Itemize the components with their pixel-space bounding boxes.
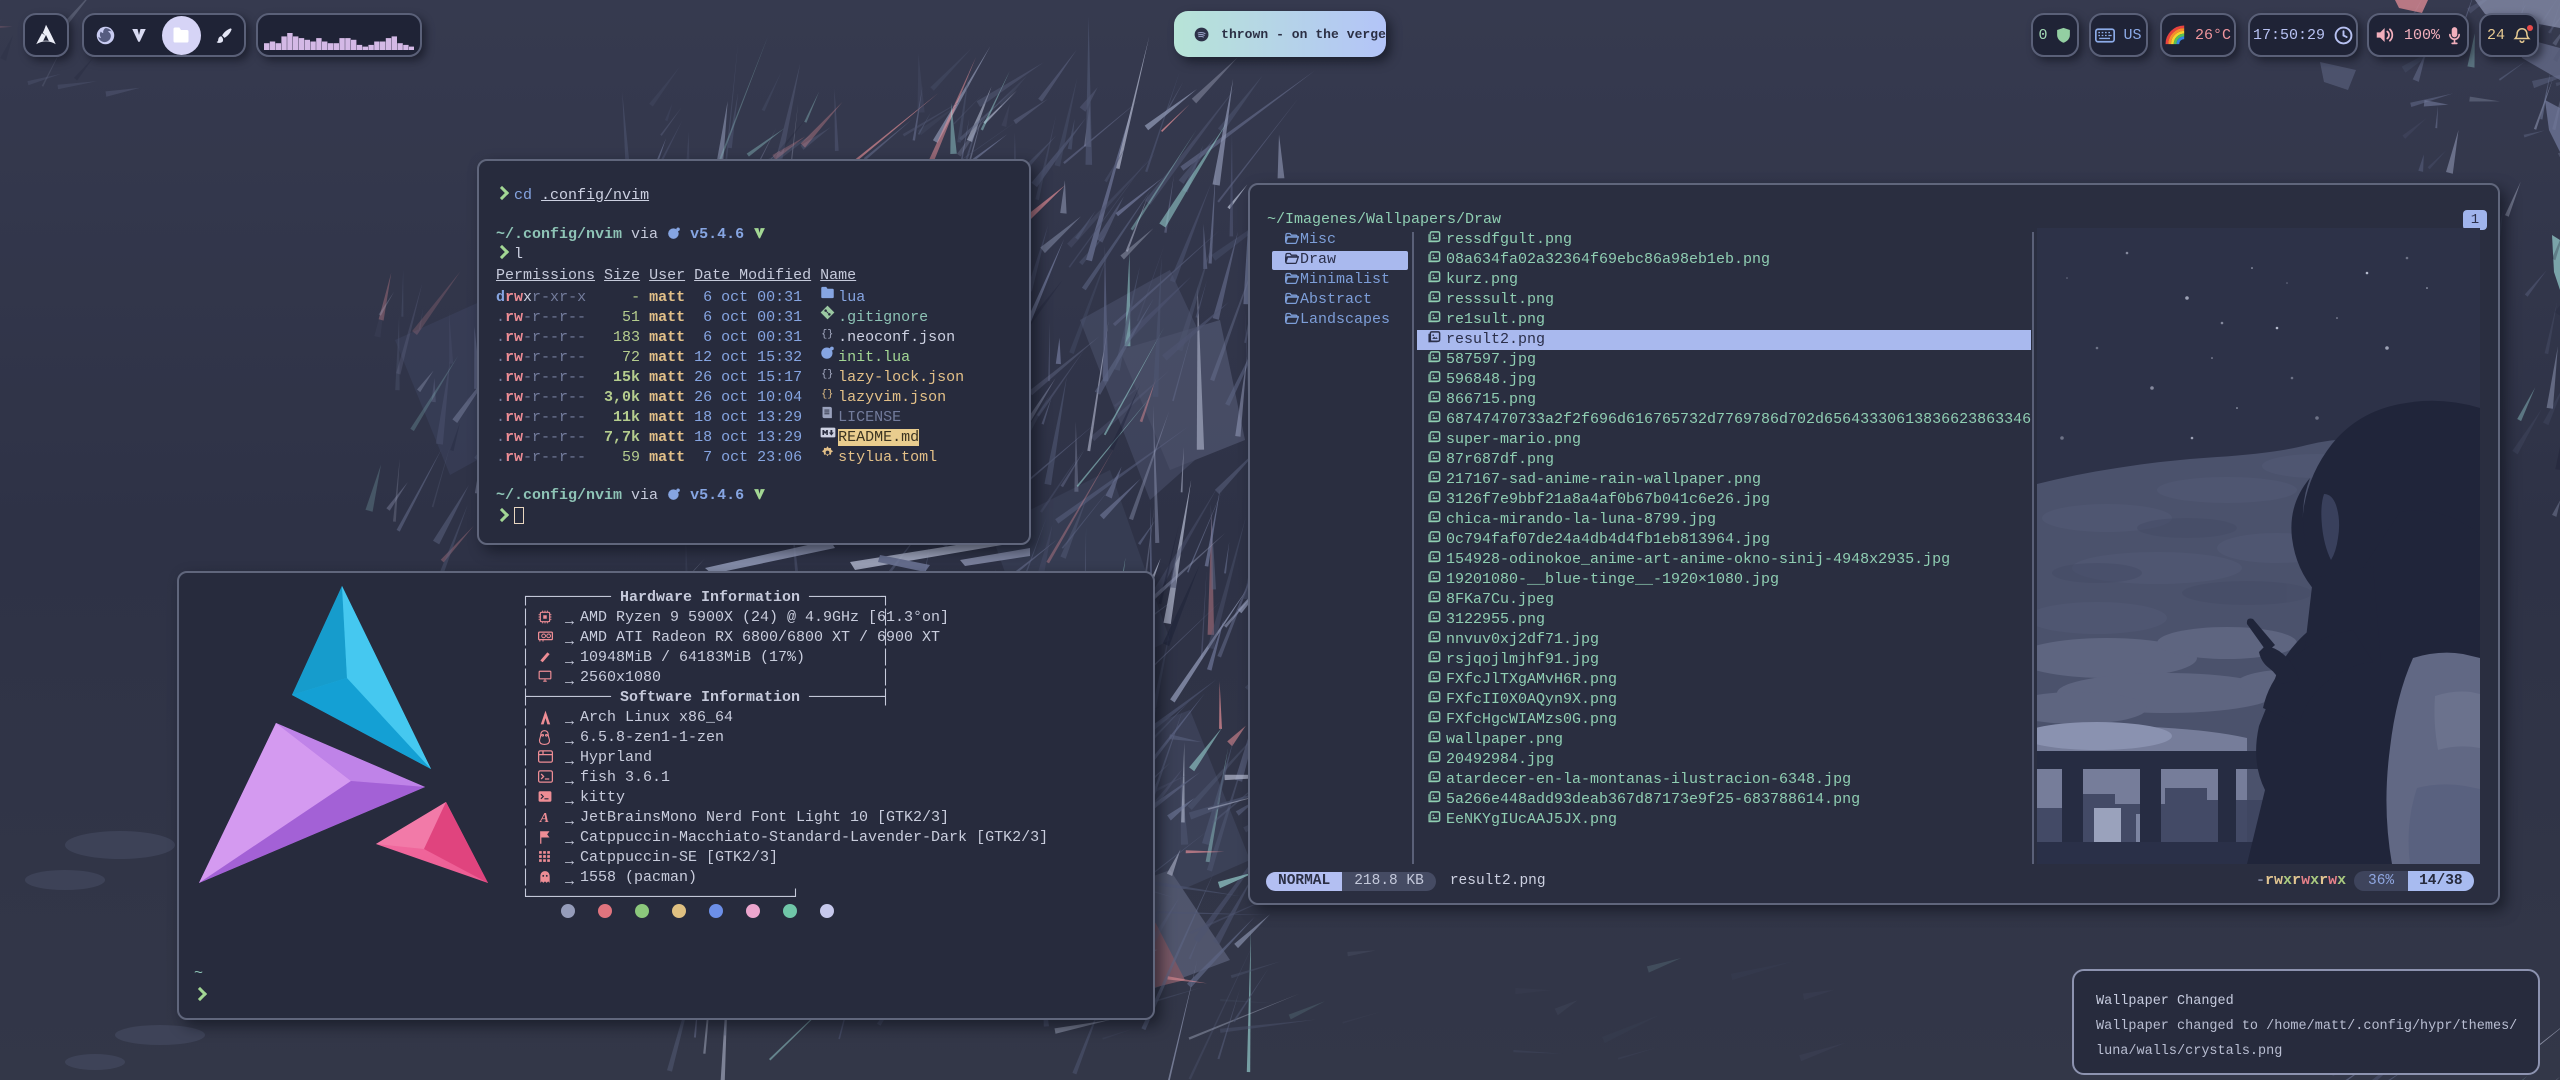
svg-text:A: A xyxy=(539,810,549,825)
svg-text:{}: {} xyxy=(821,368,833,380)
svg-text:{}: {} xyxy=(821,388,833,400)
svg-text:{}: {} xyxy=(821,328,833,340)
